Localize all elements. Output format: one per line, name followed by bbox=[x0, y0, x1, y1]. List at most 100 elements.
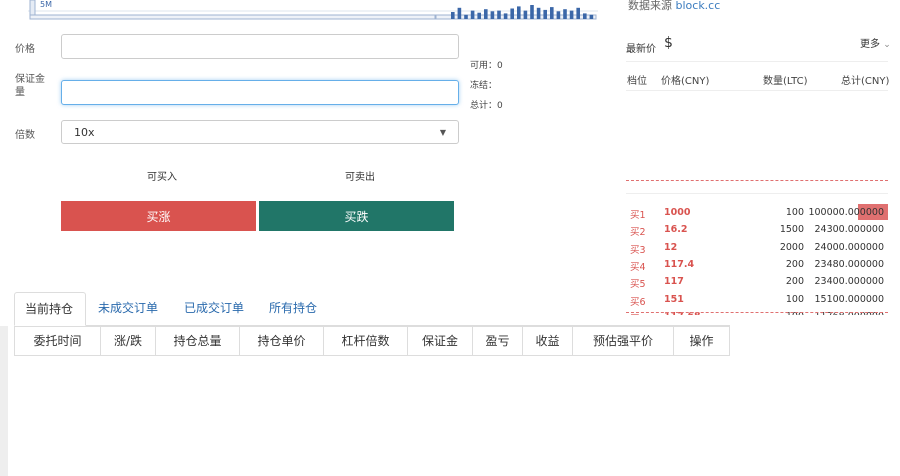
latest-price-value: $ bbox=[664, 35, 673, 51]
bid-list: 买1 1000 100 100000.000000 买2 16.2 1500 24300.00… bbox=[626, 200, 900, 315]
latest-price-label: 最新价 bbox=[626, 44, 656, 55]
volume-bar bbox=[490, 11, 495, 19]
volume-bar bbox=[563, 9, 567, 19]
volume-bar bbox=[464, 14, 468, 19]
volume-bar bbox=[550, 7, 554, 19]
balance-total: 总计：0 bbox=[470, 101, 503, 111]
tab-open-orders[interactable]: 未成交订单 bbox=[88, 292, 168, 325]
bid-total: 100000.000000 bbox=[808, 207, 884, 218]
bid-quantity: 2000 bbox=[779, 241, 804, 253]
bid-level: 买1 bbox=[630, 210, 646, 221]
divider bbox=[626, 61, 888, 62]
volume-bar bbox=[530, 5, 534, 19]
volume-bar bbox=[523, 10, 528, 19]
margin-label-line2: 量 bbox=[15, 87, 25, 98]
tab-current-positions[interactable]: 当前持仓 bbox=[14, 292, 86, 326]
bid-total: 24300.000000 bbox=[814, 224, 884, 236]
volume-bar bbox=[503, 13, 508, 19]
bid-price: 12 bbox=[664, 241, 678, 253]
volume-bar bbox=[543, 9, 547, 19]
balance-available: 可用：0 bbox=[470, 61, 503, 71]
bid-price: 117.4 bbox=[664, 258, 695, 270]
ob-header-level: 档位 bbox=[627, 76, 647, 87]
bid-quantity: 1500 bbox=[779, 224, 804, 236]
price-input[interactable] bbox=[61, 34, 459, 59]
col-pnl: 盈亏 bbox=[473, 327, 523, 355]
tab-filled-orders[interactable]: 已成交订单 bbox=[174, 292, 254, 325]
bid-row[interactable]: 买5 117 200 23400.000000 bbox=[626, 273, 888, 290]
buy-long-button[interactable]: 买涨 bbox=[61, 201, 256, 231]
volume-bar bbox=[470, 10, 475, 19]
divider bbox=[626, 90, 888, 91]
col-order-time: 委托时间 bbox=[15, 327, 101, 355]
tab-all-positions[interactable]: 所有持仓 bbox=[259, 292, 327, 325]
bid-row[interactable]: 买3 12 2000 24000.000000 bbox=[626, 239, 888, 256]
bid-quantity: 200 bbox=[785, 276, 804, 288]
bid-level: 买3 bbox=[630, 244, 646, 256]
leverage-value: 10x bbox=[74, 125, 95, 139]
ob-header-qty: 数量(LTC) bbox=[763, 76, 808, 87]
volume-mini-chart bbox=[28, 0, 598, 20]
bid-price: 151 bbox=[664, 293, 684, 305]
margin-input[interactable] bbox=[61, 80, 459, 105]
bid-quantity: 200 bbox=[785, 258, 804, 270]
col-liquidation-price: 预估强平价 bbox=[573, 327, 674, 355]
balance-frozen: 冻结： bbox=[470, 81, 498, 91]
volume-bar bbox=[451, 12, 455, 19]
buy-short-button[interactable]: 买跌 bbox=[259, 201, 454, 231]
col-direction: 涨/跌 bbox=[101, 327, 156, 355]
bid-level: 买6 bbox=[630, 296, 646, 308]
chart-navigator-left bbox=[29, 14, 436, 20]
chevron-down-icon: ▼ bbox=[439, 127, 446, 137]
volume-bar bbox=[517, 6, 521, 20]
divider bbox=[626, 193, 888, 194]
spread-divider bbox=[626, 180, 888, 181]
volume-bar bbox=[556, 11, 561, 19]
data-source-link[interactable]: block.cc bbox=[676, 0, 721, 12]
bid-list-bottom-divider bbox=[626, 312, 888, 313]
data-source: 数据来源 block.cc bbox=[628, 0, 720, 13]
col-total-position: 持仓总量 bbox=[156, 327, 240, 355]
bid-row[interactable]: 买2 16.2 1500 24300.000000 bbox=[626, 221, 888, 238]
left-gutter bbox=[0, 326, 8, 476]
bid-quantity: 100 bbox=[785, 293, 804, 305]
margin-label: 保证金 量 bbox=[15, 73, 45, 99]
volume-bar bbox=[510, 8, 514, 19]
bid-price: 1000 bbox=[664, 207, 691, 218]
ob-header-total: 总计(CNY) bbox=[841, 76, 890, 87]
bid-price: 117 bbox=[664, 276, 684, 288]
data-source-prefix: 数据来源 bbox=[628, 0, 672, 12]
col-leverage: 杠杆倍数 bbox=[324, 327, 408, 355]
volume-bar bbox=[536, 7, 541, 20]
bid-row[interactable]: 买4 117.4 200 23480.000000 bbox=[626, 256, 888, 273]
more-label: 更多 bbox=[860, 39, 880, 50]
chevron-down-icon: ⌄ bbox=[883, 40, 891, 50]
col-actions: 操作 bbox=[689, 334, 714, 348]
volume-bar bbox=[457, 7, 462, 20]
bid-row[interactable]: 买1 1000 100 100000.000000 bbox=[626, 204, 888, 221]
col-margin: 保证金 bbox=[408, 327, 473, 355]
bid-level: 买4 bbox=[630, 261, 646, 273]
col-unit-price: 持仓单价 bbox=[240, 327, 324, 355]
ob-header-price: 价格(CNY) bbox=[661, 76, 710, 87]
positions-table-header: 委托时间 涨/跌 持仓总量 持仓单价 杠杆倍数 保证金 盈亏 收益 预估强平价 … bbox=[14, 326, 730, 356]
bid-total: 15100.000000 bbox=[814, 293, 884, 305]
bid-total: 24000.000000 bbox=[814, 241, 884, 253]
volume-bar bbox=[569, 10, 574, 19]
volume-bar bbox=[583, 13, 587, 19]
leverage-select[interactable]: 10x ▼ bbox=[61, 120, 459, 144]
volume-bar bbox=[497, 10, 501, 19]
can-buy-label: 可买入 bbox=[147, 172, 177, 183]
bid-level: 买2 bbox=[630, 227, 646, 239]
volume-bar bbox=[576, 7, 580, 20]
volume-bar bbox=[484, 9, 488, 19]
leverage-label: 倍数 bbox=[15, 130, 35, 141]
more-button[interactable]: 更多 ⌄ bbox=[860, 35, 891, 50]
position-tabs: 当前持仓 未成交订单 已成交订单 所有持仓 bbox=[14, 292, 730, 326]
volume-bar bbox=[477, 12, 481, 19]
volume-bar bbox=[589, 14, 594, 19]
col-yield: 收益 bbox=[523, 327, 573, 355]
bid-row[interactable]: 买6 151 100 15100.000000 bbox=[626, 291, 888, 308]
mini-chart-axis-label: 5M bbox=[40, 0, 52, 9]
can-sell-label: 可卖出 bbox=[345, 172, 375, 183]
